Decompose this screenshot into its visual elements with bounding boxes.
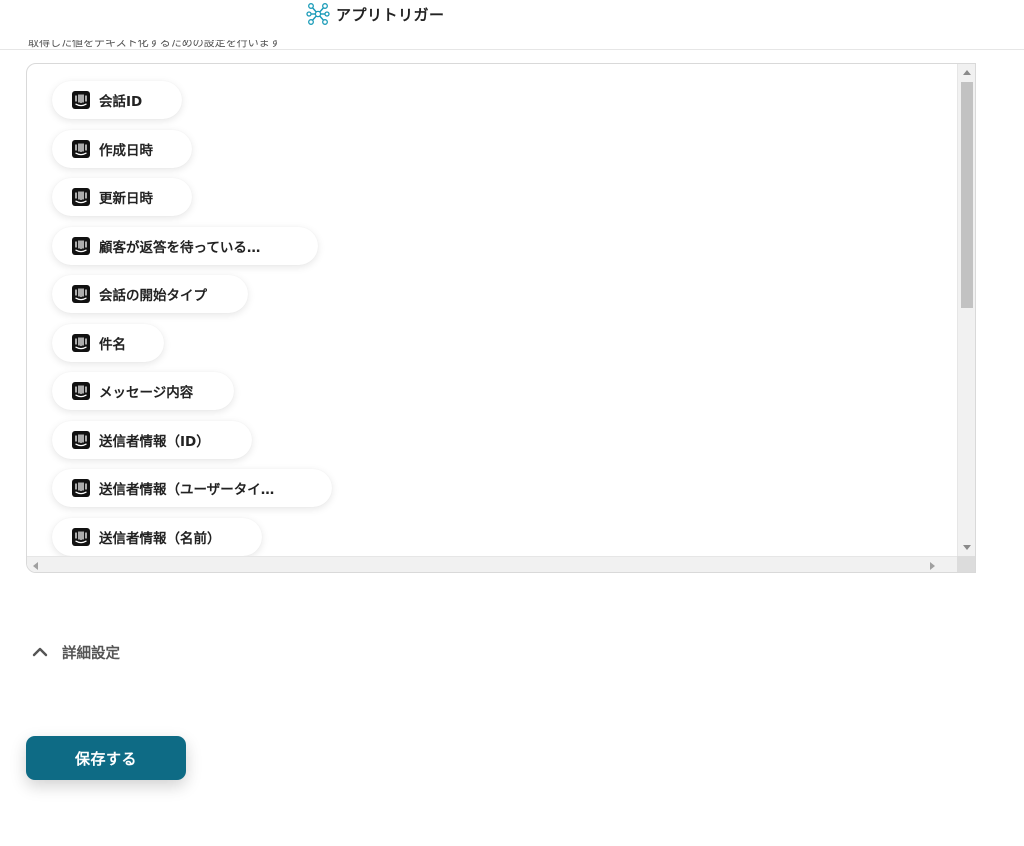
intercom-icon [72,285,90,303]
output-value-chip[interactable]: 更新日時 [52,178,192,216]
intercom-icon [72,188,90,206]
output-value-chip[interactable]: 会話ID [52,81,182,119]
scroll-right-arrow-icon[interactable] [930,562,935,570]
output-value-label: 作成日時 [99,142,153,159]
intercom-icon [72,382,90,400]
output-value-chip[interactable]: 送信者情報（ID） [52,420,252,459]
section-description-text: 取得した値をテキスト化するための設定を行います [28,40,281,49]
output-value-label: 更新日時 [99,191,153,207]
output-value-label: 送信者情報（ID） [99,433,210,450]
output-value-chip[interactable]: 作成日時 [52,129,192,168]
output-value-chip[interactable]: メッセージ内容 [52,372,234,410]
app-trigger-title: アプリトリガー [306,2,445,26]
intercom-icon [72,527,90,546]
output-value-label: 送信者情報（名前） [99,530,221,547]
output-value-label: 顧客が返答を待っている… [99,239,261,256]
scrollbar-corner [957,556,975,572]
output-value-chip[interactable]: 送信者情報（名前） [52,517,262,556]
output-value-label: 会話の開始タイプ [99,288,207,304]
scroll-left-arrow-icon[interactable] [33,562,38,570]
vertical-scroll-thumb[interactable] [961,82,973,308]
output-value-chip[interactable]: 件名 [52,323,164,362]
scroll-up-arrow-icon[interactable] [963,70,971,75]
output-value-chip[interactable]: 送信者情報（ユーザータイ… [52,469,332,507]
advanced-settings-label: 詳細設定 [62,645,120,662]
top-header: アプリトリガー 取得した値をテキスト化するための設定を行います [0,0,1024,50]
scroll-down-arrow-icon[interactable] [963,545,971,550]
output-value-chip[interactable]: 顧客が返答を待っている… [52,226,318,265]
horizontal-scrollbar[interactable] [27,556,957,572]
vertical-scrollbar[interactable] [957,64,975,556]
intercom-icon [72,236,90,255]
output-values-panel: 会話ID 作成日時更新日時顧客が返答を待っている… 会話の開始タイプ 件名メッセージ内… [26,63,976,573]
output-value-label: 送信者情報（ユーザータイ… [99,482,275,498]
section-description-cutoff: 取得した値をテキスト化するための設定を行います [28,40,318,50]
intercom-icon [72,333,90,352]
output-value-label: 会話ID [99,94,143,110]
output-value-chip[interactable]: 会話の開始タイプ [52,275,248,313]
output-values-list: 会話ID 作成日時更新日時顧客が返答を待っている… 会話の開始タイプ 件名メッセージ内… [27,64,957,556]
intercom-icon [72,479,90,497]
output-value-label: 件名 [99,336,126,353]
advanced-settings-toggle[interactable]: 詳細設定 [30,640,120,664]
chevron-up-icon [32,647,48,657]
header-title-text: アプリトリガー [336,5,445,24]
save-button[interactable]: 保存する [26,736,186,780]
intercom-icon [72,91,90,109]
output-value-label: メッセージ内容 [99,385,194,401]
network-nodes-icon [306,3,330,25]
intercom-icon [72,430,90,449]
intercom-icon [72,139,90,158]
